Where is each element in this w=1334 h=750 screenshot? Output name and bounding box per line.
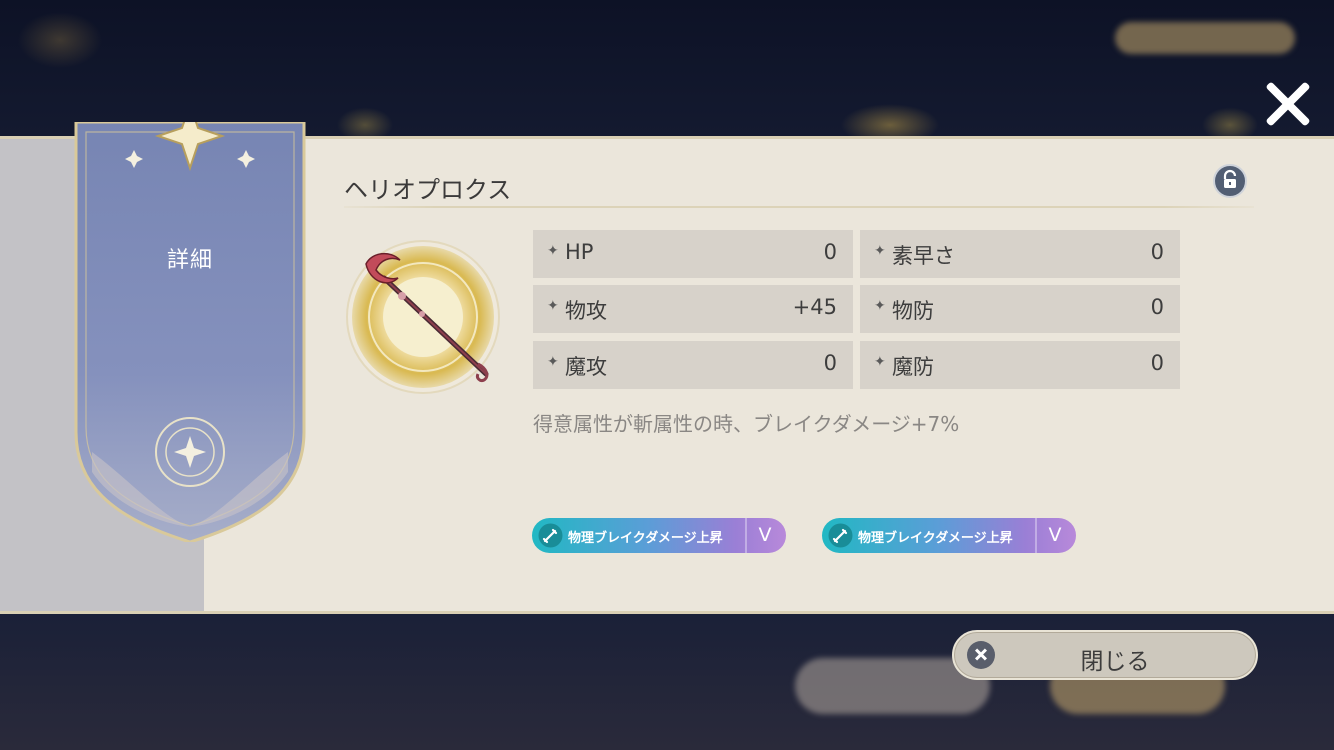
- stat-label: 物防: [892, 299, 934, 323]
- skill-badge[interactable]: 物理ブレイクダメージ上昇 V: [822, 518, 1076, 553]
- unlock-icon[interactable]: [1213, 164, 1247, 198]
- stat-label: 物攻: [565, 299, 607, 323]
- unlock-icon-glyph: [1223, 169, 1237, 188]
- stat-label: 魔攻: [565, 355, 607, 379]
- star-icon: ✦: [547, 298, 559, 314]
- stat-hp: ✦ HP 0: [533, 230, 853, 278]
- badge-divider: [1035, 518, 1037, 553]
- stat-value: 0: [823, 351, 837, 375]
- stat-value: 0: [823, 240, 837, 264]
- title-divider: [344, 206, 1254, 208]
- stat-speed: ✦ 素早さ 0: [860, 230, 1180, 278]
- stat-physical-attack: ✦ 物攻 +45: [533, 285, 853, 333]
- close-button-label: 閉じる: [1080, 649, 1150, 675]
- stat-magic-attack: ✦ 魔攻 0: [533, 341, 853, 389]
- stat-label: 魔防: [892, 355, 934, 379]
- skill-badge[interactable]: 物理ブレイクダメージ上昇 V: [532, 518, 786, 553]
- sword-skill-icon: [538, 523, 563, 548]
- skill-level: V: [1048, 524, 1062, 546]
- star-icon: ✦: [874, 243, 886, 259]
- stat-value: 0: [1150, 240, 1164, 264]
- stat-label: HP: [565, 240, 594, 264]
- skill-label: 物理ブレイクダメージ上昇: [568, 531, 723, 546]
- banner-label: 詳細: [166, 248, 213, 273]
- stat-physical-defense: ✦ 物防 0: [860, 285, 1180, 333]
- sword-skill-icon: [828, 523, 853, 548]
- banner-ornament: [74, 122, 306, 542]
- stat-value: 0: [1150, 351, 1164, 375]
- star-icon: ✦: [874, 354, 886, 370]
- stat-label: 素早さ: [892, 244, 955, 268]
- skill-level: V: [758, 524, 772, 546]
- background-blurred-currency-pill: [1115, 22, 1295, 54]
- item-name: ヘリオプロクス: [344, 176, 512, 204]
- star-icon: ✦: [874, 298, 886, 314]
- star-icon: ✦: [547, 243, 559, 259]
- stat-value: 0: [1150, 295, 1164, 319]
- star-icon: ✦: [547, 354, 559, 370]
- stat-value: +45: [792, 295, 837, 319]
- close-button[interactable]: 閉じる: [952, 630, 1258, 680]
- scythe-staff-icon: [346, 240, 500, 394]
- stat-magic-defense: ✦ 魔防 0: [860, 341, 1180, 389]
- skill-label: 物理ブレイクダメージ上昇: [858, 531, 1013, 546]
- item-description: 得意属性が斬属性の時、ブレイクダメージ+7%: [533, 412, 960, 436]
- close-icon[interactable]: [1262, 78, 1314, 130]
- detail-banner: 詳細: [72, 122, 308, 542]
- background-top: [0, 0, 1334, 140]
- badge-divider: [745, 518, 747, 553]
- weapon-icon: [344, 238, 502, 396]
